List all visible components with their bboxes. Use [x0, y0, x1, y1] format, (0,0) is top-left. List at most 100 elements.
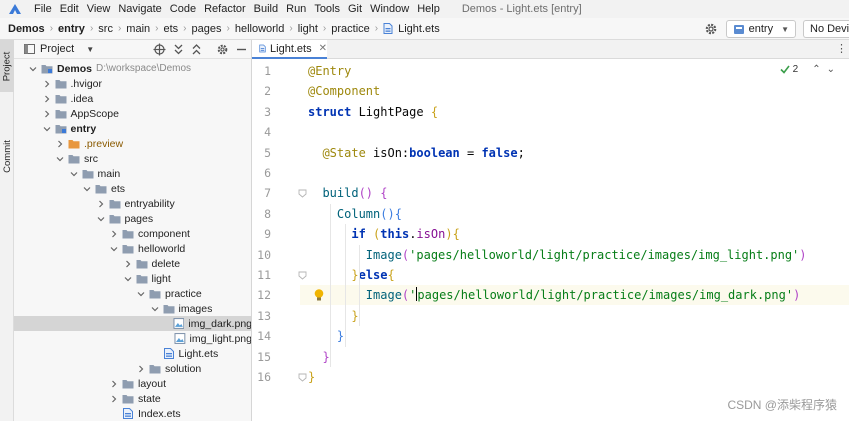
- menu-navigate[interactable]: Navigate: [114, 0, 165, 18]
- run-config-select[interactable]: entry ▼: [725, 20, 796, 38]
- chevron-right-icon[interactable]: [55, 139, 65, 149]
- minimize-icon[interactable]: [235, 43, 248, 56]
- chevron-down-icon[interactable]: [69, 169, 79, 179]
- chevron-right-icon[interactable]: [123, 259, 133, 269]
- locate-icon[interactable]: [153, 43, 166, 56]
- code-line[interactable]: }: [300, 326, 849, 346]
- code-line[interactable]: [300, 163, 849, 183]
- menu-run[interactable]: Run: [282, 0, 310, 18]
- code-line[interactable]: @State isOn:boolean = false;: [300, 143, 849, 163]
- code-line[interactable]: build() {: [300, 183, 849, 203]
- code-line[interactable]: @Entry: [300, 61, 849, 81]
- tree-item[interactable]: img_light.png: [14, 331, 251, 346]
- tree-item[interactable]: Light.ets: [14, 346, 251, 361]
- menu-window[interactable]: Window: [366, 0, 413, 18]
- menu-build[interactable]: Build: [250, 0, 282, 18]
- menu-edit[interactable]: Edit: [56, 0, 83, 18]
- more-icon[interactable]: ⋮: [836, 42, 847, 55]
- menu-file[interactable]: File: [30, 0, 56, 18]
- menu-help[interactable]: Help: [413, 0, 444, 18]
- breadcrumb-item[interactable]: pages: [190, 23, 224, 35]
- chevron-right-icon[interactable]: [42, 109, 52, 119]
- close-icon[interactable]: ✕: [319, 43, 327, 54]
- code-line[interactable]: @Component: [300, 81, 849, 101]
- code-area[interactable]: @Entry @Component struct LightPage { @Stat…: [300, 59, 849, 421]
- code-line[interactable]: if (this.isOn){: [300, 224, 849, 244]
- tree-item[interactable]: AppScope: [14, 106, 251, 121]
- device-select[interactable]: No Devices: [803, 20, 849, 38]
- breadcrumb-item[interactable]: Demos: [6, 23, 47, 35]
- tree-item[interactable]: images: [14, 301, 251, 316]
- breadcrumb-item[interactable]: practice: [329, 23, 372, 35]
- tree-item[interactable]: .hvigor: [14, 76, 251, 91]
- tree-item[interactable]: layout: [14, 376, 251, 391]
- code-line[interactable]: Column(){: [300, 204, 849, 224]
- menu-code[interactable]: Code: [166, 0, 200, 18]
- commit-tool-tab[interactable]: Commit: [0, 134, 14, 178]
- tree-item[interactable]: helloworld: [14, 241, 251, 256]
- chevron-down-icon[interactable]: ▼: [86, 45, 94, 54]
- tree-item[interactable]: src: [14, 151, 251, 166]
- code-line[interactable]: Image('pages/helloworld/light/practice/i…: [300, 245, 849, 265]
- menu-refactor[interactable]: Refactor: [200, 0, 250, 18]
- chevron-down-icon[interactable]: [123, 274, 133, 284]
- expand-all-icon[interactable]: [172, 43, 185, 56]
- chevron-right-icon[interactable]: [109, 229, 119, 239]
- tree-item[interactable]: .idea: [14, 91, 251, 106]
- breadcrumb-file[interactable]: Light.ets: [396, 23, 442, 35]
- tree-item[interactable]: state: [14, 391, 251, 406]
- chevron-right-icon[interactable]: [109, 394, 119, 404]
- code-line[interactable]: }: [300, 367, 849, 387]
- code-token: this: [380, 227, 410, 242]
- breadcrumb-item[interactable]: helloworld: [233, 23, 287, 35]
- chevron-down-icon[interactable]: [42, 124, 52, 134]
- chevron-right-icon[interactable]: [109, 379, 119, 389]
- code-line[interactable]: struct LightPage {: [300, 102, 849, 122]
- chevron-right-icon[interactable]: [136, 364, 146, 374]
- project-view-label[interactable]: Project: [40, 43, 74, 55]
- breadcrumb-item[interactable]: entry: [56, 23, 87, 35]
- tree-item[interactable]: component: [14, 226, 251, 241]
- chevron-down-icon[interactable]: [136, 289, 146, 299]
- chevron-right-icon[interactable]: [96, 199, 106, 209]
- breadcrumb-item[interactable]: ets: [161, 23, 180, 35]
- tree-item[interactable]: ets: [14, 181, 251, 196]
- code-line[interactable]: [300, 122, 849, 142]
- breadcrumb-item[interactable]: main: [124, 23, 152, 35]
- gear-icon[interactable]: [704, 22, 718, 36]
- collapse-all-icon[interactable]: [190, 43, 203, 56]
- tree-item[interactable]: delete: [14, 256, 251, 271]
- code-line[interactable]: }else{: [300, 265, 849, 285]
- tree-item[interactable]: entry: [14, 121, 251, 136]
- chevron-down-icon[interactable]: [96, 214, 106, 224]
- breadcrumb-item[interactable]: src: [96, 23, 115, 35]
- tree-item[interactable]: entryability: [14, 196, 251, 211]
- chevron-down-icon[interactable]: [55, 154, 65, 164]
- chevron-right-icon[interactable]: [42, 79, 52, 89]
- tree-item[interactable]: img_dark.png: [14, 316, 251, 331]
- menu-view[interactable]: View: [83, 0, 115, 18]
- tree-item[interactable]: main: [14, 166, 251, 181]
- tree-item[interactable]: .preview: [14, 136, 251, 151]
- chevron-down-icon[interactable]: [109, 244, 119, 254]
- code-line[interactable]: }: [300, 306, 849, 326]
- gear-icon[interactable]: [216, 43, 229, 56]
- tab-light-ets[interactable]: Light.ets ✕: [252, 40, 327, 59]
- code-line[interactable]: }: [300, 347, 849, 367]
- project-tool-tab[interactable]: Project: [0, 40, 14, 92]
- tree-item[interactable]: pages: [14, 211, 251, 226]
- chevron-right-icon[interactable]: [42, 94, 52, 104]
- tree-item[interactable]: solution: [14, 361, 251, 376]
- code-line[interactable]: Image('pages/helloworld/light/practice/i…: [300, 285, 849, 306]
- tree-item[interactable]: light: [14, 271, 251, 286]
- menu-git[interactable]: Git: [344, 0, 366, 18]
- menu-tools[interactable]: Tools: [310, 0, 344, 18]
- breadcrumb-item[interactable]: light: [296, 23, 320, 35]
- chevron-down-icon[interactable]: [82, 184, 92, 194]
- lightbulb-icon[interactable]: [313, 288, 325, 302]
- tree-item[interactable]: practice: [14, 286, 251, 301]
- tree-item[interactable]: Index.ets: [14, 406, 251, 421]
- tree-item[interactable]: Demos D:\workspace\Demos: [14, 61, 251, 76]
- chevron-down-icon[interactable]: [28, 64, 38, 74]
- chevron-down-icon[interactable]: [150, 304, 160, 314]
